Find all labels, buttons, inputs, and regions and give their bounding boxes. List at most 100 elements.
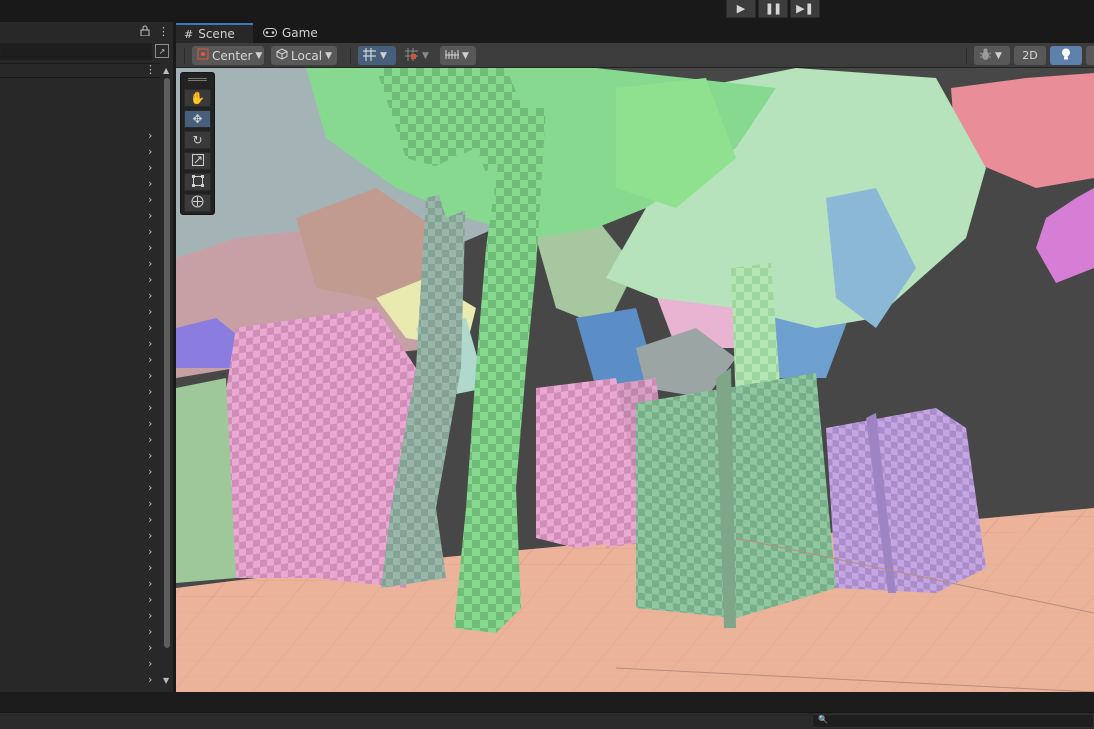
pivot-rotation-dropdown[interactable]: Local ▼ <box>271 46 337 65</box>
chevron-right-icon[interactable]: › <box>148 177 152 190</box>
pivot-mode-dropdown[interactable]: Center ▼ <box>192 46 264 65</box>
chevron-right-icon[interactable]: › <box>148 385 152 398</box>
hierarchy-row[interactable]: › <box>0 512 160 528</box>
chevron-right-icon[interactable]: › <box>148 593 152 606</box>
hierarchy-row[interactable]: › <box>0 384 160 400</box>
chevron-right-icon[interactable]: › <box>148 641 152 654</box>
hierarchy-row[interactable]: › <box>0 448 160 464</box>
scroll-down-icon[interactable]: ▼ <box>163 676 169 685</box>
hierarchy-row[interactable]: › <box>0 560 160 576</box>
scene-lighting-toggle[interactable] <box>1050 46 1082 65</box>
scale-tool-button[interactable] <box>184 152 211 170</box>
hierarchy-row[interactable]: › <box>0 592 160 608</box>
chevron-right-icon[interactable]: › <box>148 673 152 686</box>
chevron-right-icon[interactable]: › <box>148 161 152 174</box>
chevron-right-icon[interactable]: › <box>148 529 152 542</box>
hand-tool-button[interactable]: ✋ <box>184 89 211 107</box>
hierarchy-row[interactable]: › <box>0 672 160 688</box>
chevron-right-icon[interactable]: › <box>148 657 152 670</box>
rect-tool-button[interactable] <box>184 173 211 191</box>
chevron-right-icon[interactable]: › <box>148 305 152 318</box>
play-button[interactable]: ▶ <box>726 0 756 18</box>
scrollbar-thumb[interactable] <box>164 78 170 648</box>
chevron-right-icon[interactable]: › <box>148 513 152 526</box>
chevron-right-icon[interactable]: › <box>148 609 152 622</box>
hierarchy-row[interactable]: › <box>0 576 160 592</box>
console-search-input[interactable]: 🔍 <box>812 714 1094 728</box>
hierarchy-row[interactable]: › <box>0 128 160 144</box>
hierarchy-row[interactable]: › <box>0 640 160 656</box>
hierarchy-row[interactable]: › <box>0 416 160 432</box>
move-tool-button[interactable]: ✥ <box>184 110 211 128</box>
chevron-right-icon[interactable]: › <box>148 433 152 446</box>
hierarchy-row[interactable]: › <box>0 176 160 192</box>
lock-icon[interactable] <box>140 25 150 39</box>
hierarchy-row[interactable]: › <box>0 240 160 256</box>
hierarchy-row[interactable]: › <box>0 256 160 272</box>
palette-grip-handle[interactable] <box>188 78 207 81</box>
hierarchy-row[interactable]: › <box>0 224 160 240</box>
chevron-right-icon[interactable]: › <box>148 353 152 366</box>
step-button[interactable]: ▶❚ <box>790 0 820 18</box>
pause-button[interactable]: ❚❚ <box>758 0 788 18</box>
chevron-right-icon[interactable]: › <box>148 369 152 382</box>
tab-game[interactable]: Game <box>255 23 326 43</box>
hierarchy-scrollbar[interactable]: ▲ ▼ <box>162 66 172 688</box>
gizmos-dropdown[interactable]: ▼ <box>974 46 1010 65</box>
hierarchy-row[interactable]: › <box>0 432 160 448</box>
chevron-right-icon[interactable]: › <box>148 129 152 142</box>
audio-toggle[interactable] <box>1086 46 1094 65</box>
chevron-right-icon[interactable]: › <box>148 321 152 334</box>
incremental-snap-dropdown[interactable]: ▼ <box>400 46 436 65</box>
2d-mode-toggle[interactable]: 2D <box>1014 46 1046 65</box>
hierarchy-row[interactable]: › <box>0 352 160 368</box>
chevron-right-icon[interactable]: › <box>148 225 152 238</box>
rotate-tool-button[interactable]: ↻ <box>184 131 211 149</box>
scene-menu-icon[interactable]: ⋮ <box>145 63 156 76</box>
chevron-right-icon[interactable]: › <box>148 449 152 462</box>
hierarchy-row[interactable]: › <box>0 400 160 416</box>
chevron-right-icon[interactable]: › <box>148 337 152 350</box>
chevron-right-icon[interactable]: › <box>148 241 152 254</box>
search-options-icon[interactable]: ↗ <box>155 44 169 58</box>
scene-header-row[interactable] <box>0 63 160 78</box>
hierarchy-row[interactable]: › <box>0 464 160 480</box>
ruler-snap-dropdown[interactable]: ▼ <box>440 46 476 65</box>
chevron-right-icon[interactable]: › <box>148 577 152 590</box>
hierarchy-row[interactable]: › <box>0 528 160 544</box>
chevron-right-icon[interactable]: › <box>148 257 152 270</box>
scene-viewport[interactable] <box>176 68 1094 692</box>
hierarchy-row[interactable]: › <box>0 160 160 176</box>
hierarchy-row[interactable]: › <box>0 288 160 304</box>
scroll-up-icon[interactable]: ▲ <box>163 66 169 75</box>
hierarchy-row[interactable]: › <box>0 624 160 640</box>
grid-snapping-toggle[interactable]: ▼ <box>358 46 396 65</box>
chevron-right-icon[interactable]: › <box>148 481 152 494</box>
kebab-menu-icon[interactable]: ⋮ <box>158 25 169 38</box>
transform-tool-button[interactable] <box>184 194 211 212</box>
hierarchy-row[interactable]: › <box>0 544 160 560</box>
chevron-right-icon[interactable]: › <box>148 193 152 206</box>
hierarchy-row[interactable]: › <box>0 192 160 208</box>
chevron-right-icon[interactable]: › <box>148 209 152 222</box>
hierarchy-row[interactable]: › <box>0 208 160 224</box>
hierarchy-search-input[interactable] <box>0 43 152 60</box>
chevron-right-icon[interactable]: › <box>148 401 152 414</box>
chevron-right-icon[interactable]: › <box>148 625 152 638</box>
chevron-right-icon[interactable]: › <box>148 497 152 510</box>
hierarchy-row[interactable]: › <box>0 144 160 160</box>
chevron-right-icon[interactable]: › <box>148 289 152 302</box>
chevron-right-icon[interactable]: › <box>148 561 152 574</box>
hierarchy-row[interactable]: › <box>0 656 160 672</box>
hierarchy-row[interactable]: › <box>0 496 160 512</box>
chevron-right-icon[interactable]: › <box>148 417 152 430</box>
hierarchy-row[interactable]: › <box>0 480 160 496</box>
chevron-right-icon[interactable]: › <box>148 273 152 286</box>
hierarchy-row[interactable]: › <box>0 608 160 624</box>
chevron-right-icon[interactable]: › <box>148 465 152 478</box>
tab-scene[interactable]: # Scene <box>176 23 253 43</box>
hierarchy-row[interactable]: › <box>0 304 160 320</box>
chevron-right-icon[interactable]: › <box>148 145 152 158</box>
chevron-right-icon[interactable]: › <box>148 545 152 558</box>
hierarchy-row[interactable]: › <box>0 320 160 336</box>
